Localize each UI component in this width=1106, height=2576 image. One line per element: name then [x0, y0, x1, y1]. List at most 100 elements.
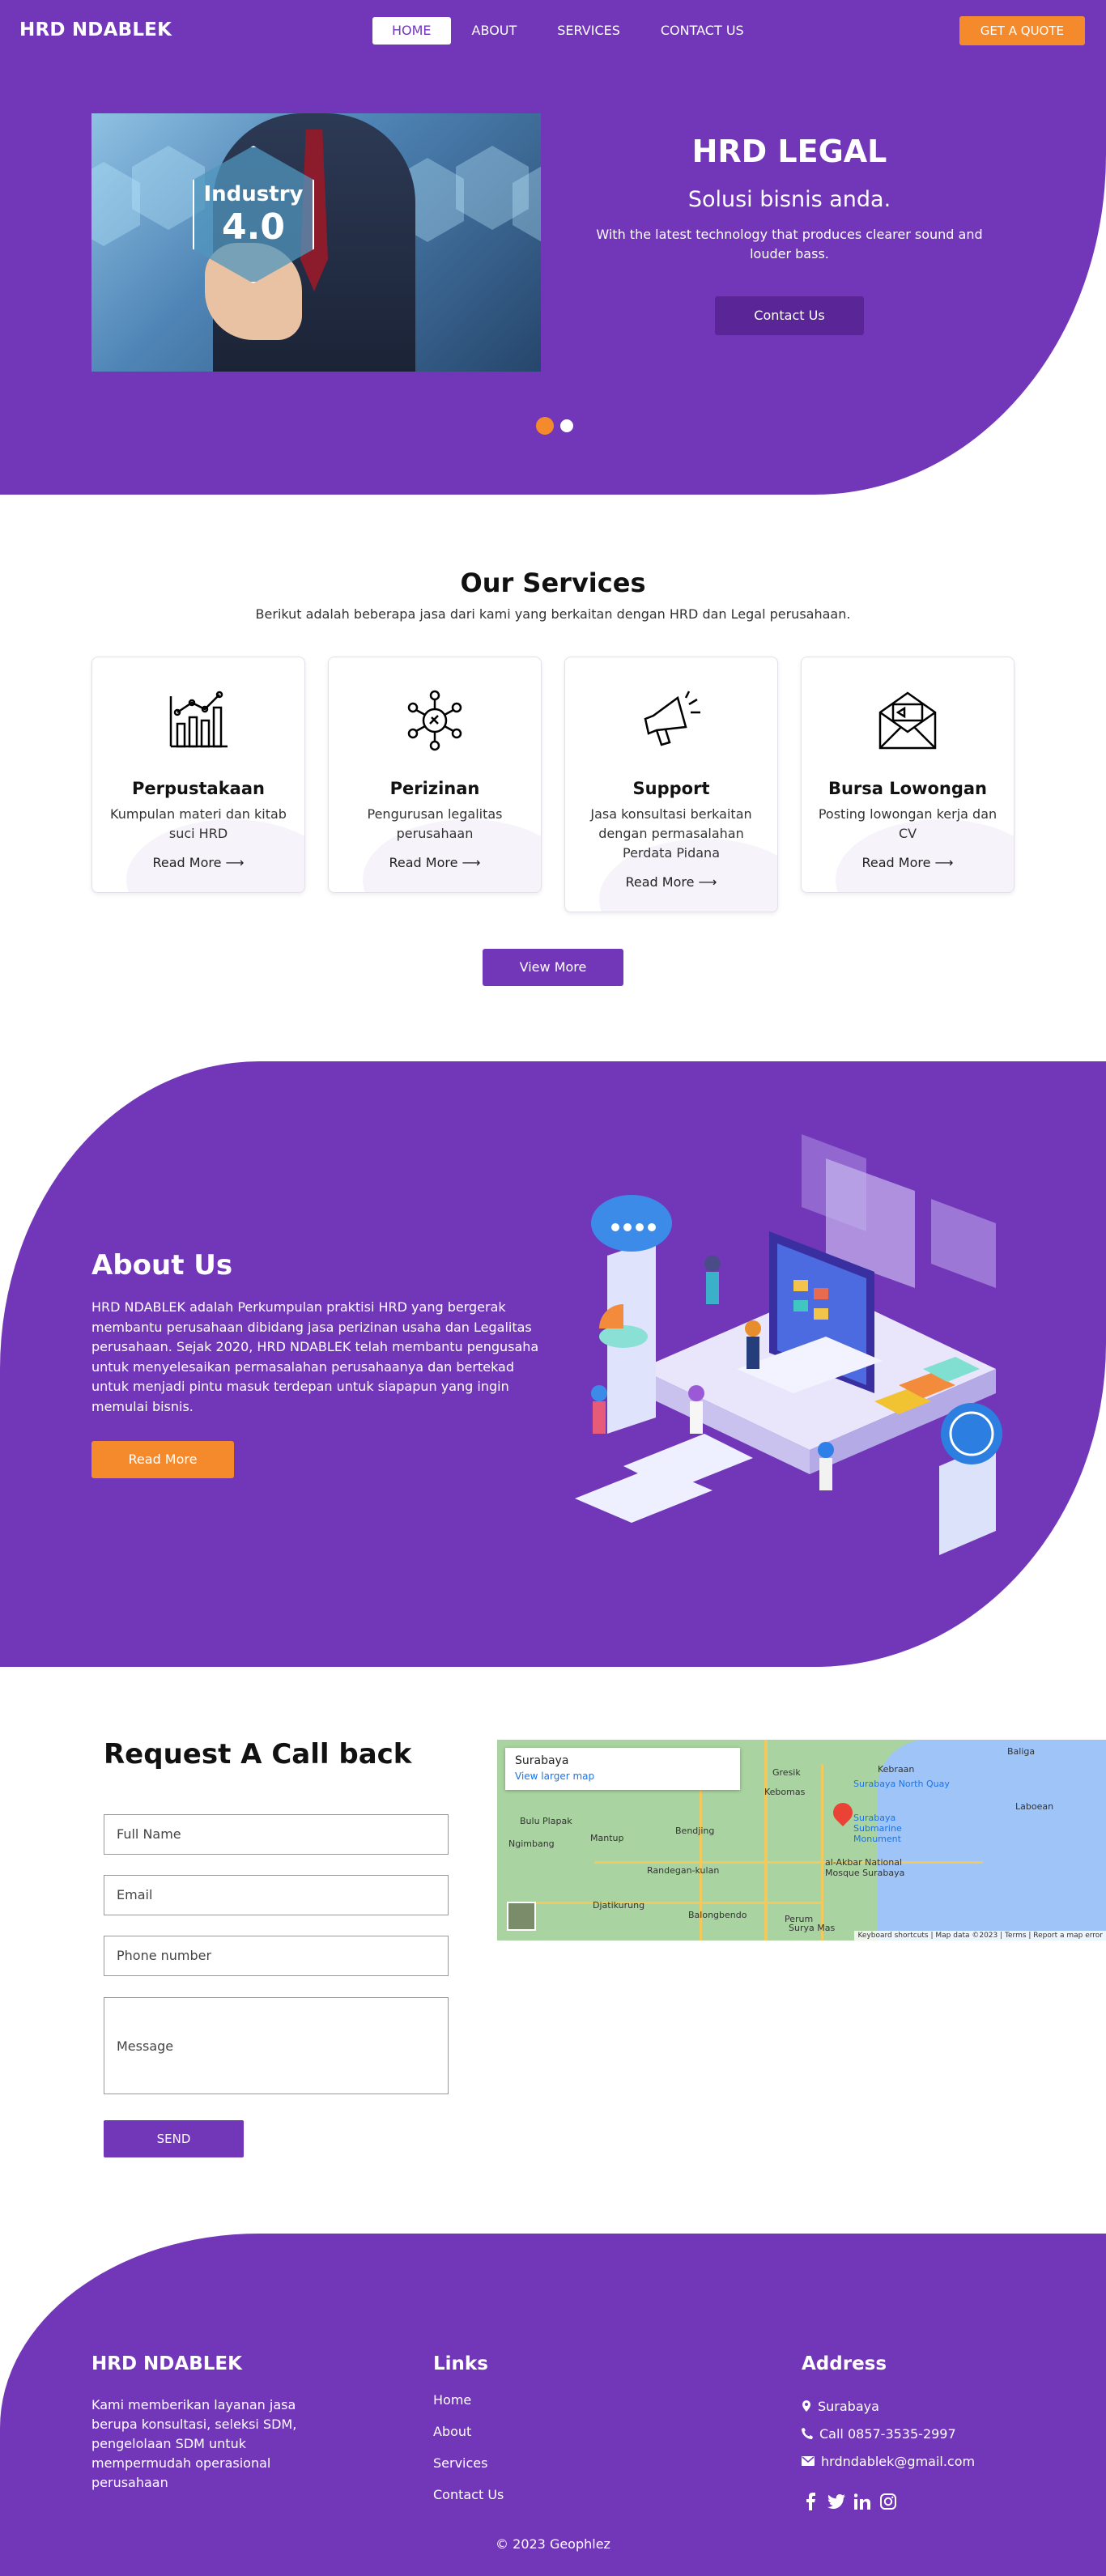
footer-address: Surabaya Call 0857-3535-2997 hrdndablek@…	[802, 2392, 975, 2475]
footer-link-services[interactable]: Services	[433, 2455, 504, 2487]
service-card-perizinan[interactable]: Perizinan Pengurusan legalitas perusahaa…	[328, 657, 542, 893]
facebook-icon[interactable]	[802, 2493, 819, 2510]
top-navbar: HRD NDABLEK HOME ABOUT SERVICES CONTACT …	[0, 0, 1106, 60]
service-card-support[interactable]: Support Jasa konsultasi berkaitan dengan…	[564, 657, 778, 912]
chart-icon	[169, 691, 228, 748]
callback-title: Request A Call back	[104, 1738, 412, 1770]
map-label: Gresik	[772, 1767, 801, 1778]
footer-about: Kami memberikan layanan jasa berupa kons…	[91, 2397, 297, 2490]
map-pin-icon	[802, 2400, 810, 2412]
map-label: Perum	[785, 1914, 814, 1924]
copyright: © 2023 Geophlez	[496, 2536, 610, 2552]
address-city: Surabaya	[802, 2392, 975, 2420]
nav-about[interactable]: ABOUT	[453, 17, 537, 45]
contact-us-button[interactable]: Contact Us	[715, 296, 864, 335]
map-layer-toggle[interactable]	[507, 1902, 536, 1931]
nav-contact-us[interactable]: CONTACT US	[641, 17, 764, 45]
carousel-dot-2[interactable]	[560, 419, 573, 432]
network-icon	[407, 690, 462, 751]
arrow-right-icon: ⟶	[698, 874, 717, 890]
view-larger-map-link[interactable]: View larger map	[515, 1770, 730, 1782]
map-label: Baliga	[1007, 1746, 1036, 1757]
address-email[interactable]: hrdndablek@gmail.com	[802, 2447, 975, 2475]
map-label: Bendjing	[675, 1826, 715, 1836]
map-label: al-Akbar National Mosque Surabaya	[825, 1857, 905, 1878]
site-footer: HRD NDABLEK Kami memberikan layanan jasa…	[0, 2234, 1106, 2576]
hex-caption-line2: 4.0	[222, 206, 285, 248]
read-more-link[interactable]: Read More ⟶	[92, 855, 304, 870]
card-title: Perizinan	[389, 779, 480, 798]
address-phone[interactable]: Call 0857-3535-2997	[802, 2420, 975, 2447]
hero-text-block: HRD LEGAL Solusi bisnis anda. With the l…	[567, 134, 1012, 335]
phone-input[interactable]: Phone number	[104, 1936, 449, 1976]
hero-title: HRD LEGAL	[691, 134, 887, 169]
callback-section: Request A Call back Full Name Email Phon…	[0, 1667, 1106, 2234]
hero-description: With the latest technology that produces…	[596, 227, 983, 261]
map-label: Djatikurung	[593, 1900, 645, 1911]
arrow-right-icon: ⟶	[462, 855, 481, 870]
megaphone-icon	[644, 691, 700, 746]
card-description: Posting lowongan kerja dan CV	[818, 806, 998, 841]
map-label: Ngimbang	[508, 1838, 555, 1849]
map-label: Kebomas	[764, 1787, 806, 1797]
map-label: Mantup	[590, 1833, 624, 1843]
read-more-link[interactable]: Read More ⟶	[802, 855, 1014, 870]
footer-link-contact-us[interactable]: Contact Us	[433, 2487, 504, 2519]
main-menu: HOME ABOUT SERVICES CONTACT US	[372, 17, 764, 45]
about-title: About Us	[91, 1249, 233, 1282]
footer-link-about[interactable]: About	[433, 2424, 504, 2455]
mail-icon	[802, 2456, 815, 2466]
hero-section: HRD NDABLEK HOME ABOUT SERVICES CONTACT …	[0, 0, 1106, 495]
read-more-link[interactable]: Read More ⟶	[565, 874, 777, 890]
arrow-right-icon: ⟶	[934, 855, 954, 870]
full-name-input[interactable]: Full Name	[104, 1814, 449, 1855]
map-attribution: Keyboard shortcuts | Map data ©2023 | Te…	[854, 1931, 1106, 1941]
map-place: Surabaya	[515, 1754, 569, 1767]
services-section: Our Services Berikut adalah beberapa jas…	[0, 495, 1106, 1061]
hero-image-industry: Industry 4.0	[91, 113, 541, 372]
footer-links-title: Links	[433, 2353, 488, 2374]
card-title: Perpustakaan	[132, 779, 265, 798]
send-button[interactable]: SEND	[104, 2120, 244, 2157]
service-card-bursa-lowongan[interactable]: Bursa Lowongan Posting lowongan kerja da…	[801, 657, 1015, 893]
card-description: Jasa konsultasi berkaitan dengan permasa…	[590, 806, 752, 861]
embedded-map[interactable]: Surabaya View larger map Gresik Kebomas …	[497, 1740, 1106, 1941]
map-label: Randegan-kulan	[647, 1865, 720, 1876]
linkedin-icon[interactable]	[853, 2493, 871, 2510]
card-description: Pengurusan legalitas perusahaan	[367, 806, 503, 841]
envelope-icon	[878, 691, 937, 750]
about-read-more-button[interactable]: Read More	[91, 1441, 234, 1478]
map-pin-icon[interactable]	[829, 1799, 857, 1826]
map-label: Kebraan	[878, 1764, 915, 1775]
map-info-box: Surabaya View larger map	[505, 1748, 740, 1790]
twitter-icon[interactable]	[827, 2493, 845, 2510]
instagram-icon[interactable]	[879, 2493, 897, 2510]
footer-brand: HRD NDABLEK	[91, 2353, 242, 2374]
isometric-tech-illustration	[575, 1134, 1002, 1555]
hero-subtitle: Solusi bisnis anda.	[687, 187, 891, 212]
social-links	[802, 2493, 897, 2510]
message-textarea[interactable]: Message	[104, 1997, 449, 2094]
carousel-dot-1[interactable]	[536, 417, 554, 435]
arrow-right-icon: ⟶	[225, 855, 245, 870]
services-subtitle: Berikut adalah beberapa jasa dari kami y…	[255, 606, 851, 622]
footer-link-home[interactable]: Home	[433, 2392, 504, 2424]
view-more-button[interactable]: View More	[483, 949, 623, 986]
email-input[interactable]: Email	[104, 1875, 449, 1915]
map-label: Laboean	[1015, 1801, 1054, 1812]
map-label: Bulu Plapak	[520, 1816, 572, 1826]
service-card-perpustakaan[interactable]: Perpustakaan Kumpulan materi dan kitab s…	[91, 657, 305, 893]
map-label: Balongbendo	[688, 1910, 747, 1920]
card-title: Bursa Lowongan	[827, 779, 988, 798]
brand-logo[interactable]: HRD NDABLEK	[19, 19, 172, 40]
footer-links: Home About Services Contact Us	[433, 2392, 504, 2519]
nav-services[interactable]: SERVICES	[538, 17, 640, 45]
services-title: Our Services	[460, 567, 646, 598]
about-section: About Us HRD NDABLEK adalah Perkumpulan …	[0, 1061, 1106, 1667]
hex-caption-line1: Industry	[203, 181, 304, 206]
card-description: Kumpulan materi dan kitab suci HRD	[110, 806, 287, 841]
read-more-link[interactable]: Read More ⟶	[329, 855, 541, 870]
get-a-quote-button[interactable]: GET A QUOTE	[959, 16, 1085, 45]
nav-home[interactable]: HOME	[372, 17, 451, 45]
carousel-indicators	[536, 417, 573, 435]
